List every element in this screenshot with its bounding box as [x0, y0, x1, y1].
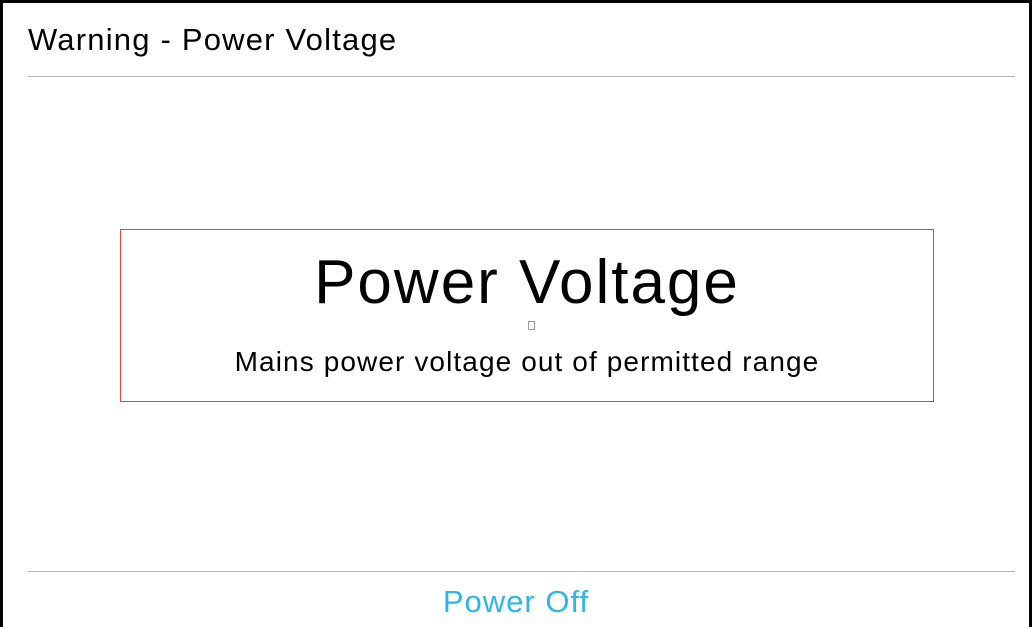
alert-box: Power Voltage Mains power voltage out of…: [120, 229, 934, 402]
header-divider: [28, 76, 1015, 77]
alert-message: Mains power voltage out of permitted ran…: [234, 346, 820, 377]
alert-heading: Power Voltage: [314, 248, 740, 317]
power-off-button[interactable]: Power Off: [0, 580, 1032, 624]
dialog-title: Warning - Power Voltage: [28, 22, 398, 57]
footer-divider: [28, 571, 1015, 572]
missing-glyph-icon: [528, 321, 535, 330]
